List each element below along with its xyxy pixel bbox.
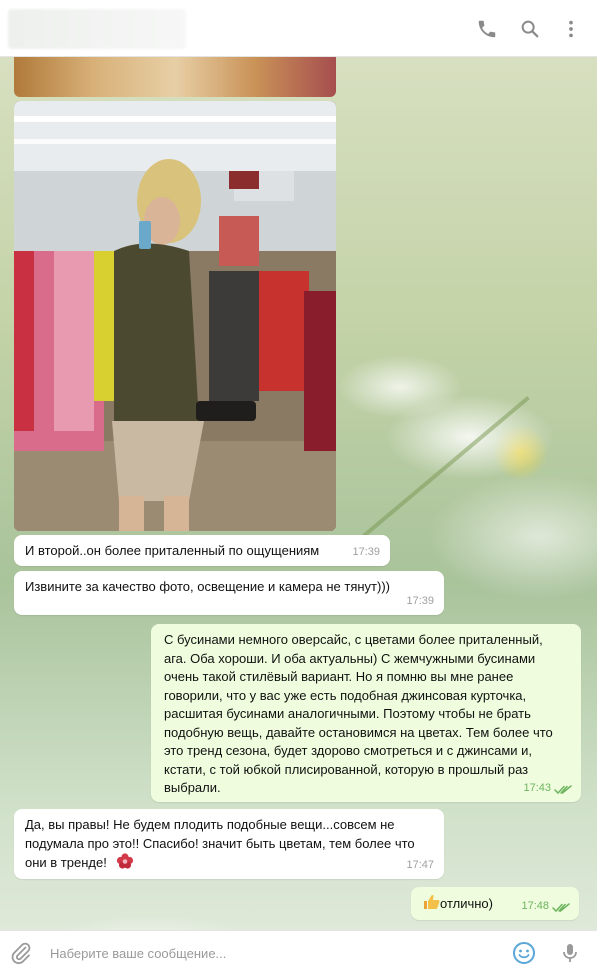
- thumbs-up-emoji: [424, 895, 440, 909]
- message-text: И второй..он более приталенный по ощущен…: [25, 543, 320, 558]
- message-outgoing[interactable]: отлично) 17:48: [411, 887, 579, 920]
- message-line: это тренд сезона, будет здорово смотреть…: [164, 743, 533, 758]
- message-time: 17:39: [352, 545, 380, 558]
- message-line: очень такой стилёвый вариант. Но я помню…: [164, 669, 514, 684]
- message-line: подумала про это!! Спасибо! значит быть …: [25, 835, 415, 851]
- message-time: 17:48: [521, 899, 549, 912]
- message-line: они в тренде!: [25, 855, 107, 870]
- message-line: говорили, что у вас уже есть подобная дж…: [164, 687, 527, 703]
- message-line: ага. Оба хороши. И оба актуальны) С жемч…: [164, 650, 536, 666]
- double-check-icon: [554, 785, 572, 795]
- message-line: кстати, с той юбкой плисированной, котор…: [164, 761, 529, 777]
- message-text: отлично): [440, 896, 493, 911]
- message-line: расшитая бусинами аналогичными. Поэтому …: [164, 706, 531, 721]
- message-text: Извините за качество фото, освещение и к…: [25, 579, 390, 594]
- message-incoming[interactable]: И второй..он более приталенный по ощущен…: [14, 535, 390, 566]
- message-outgoing[interactable]: С бусинами немного оверсайс, с цветами б…: [151, 624, 581, 802]
- search-icon[interactable]: [519, 18, 541, 40]
- message-time: 17:43: [523, 781, 551, 794]
- more-vert-icon[interactable]: [560, 18, 582, 40]
- message-time: 17:39: [406, 594, 434, 607]
- wallpaper-stem: [358, 396, 530, 541]
- double-check-icon: [552, 903, 570, 913]
- photo-message[interactable]: [14, 101, 336, 531]
- phone-icon[interactable]: [476, 18, 498, 40]
- microphone-icon[interactable]: [558, 941, 582, 965]
- attachment-icon[interactable]: [9, 941, 33, 965]
- message-line: подобную вещь, давайте остановимся на цв…: [164, 724, 553, 740]
- flower-emoji: [117, 853, 134, 869]
- photo-message-previous[interactable]: [14, 57, 336, 97]
- message-line: С бусинами немного оверсайс, с цветами б…: [164, 632, 543, 647]
- photo-image: [14, 101, 336, 531]
- chat-header: [0, 0, 597, 57]
- message-composer: [0, 930, 597, 974]
- message-line: выбрали.: [164, 780, 221, 795]
- emoji-icon[interactable]: [512, 941, 536, 965]
- chat-title[interactable]: [8, 9, 186, 49]
- message-incoming[interactable]: Да, вы правы! Не будем плодить подобные …: [14, 809, 444, 879]
- message-time: 17:47: [406, 858, 434, 871]
- message-line: Да, вы правы! Не будем плодить подобные …: [25, 817, 395, 832]
- message-input[interactable]: [42, 931, 492, 974]
- message-incoming[interactable]: Извините за качество фото, освещение и к…: [14, 571, 444, 615]
